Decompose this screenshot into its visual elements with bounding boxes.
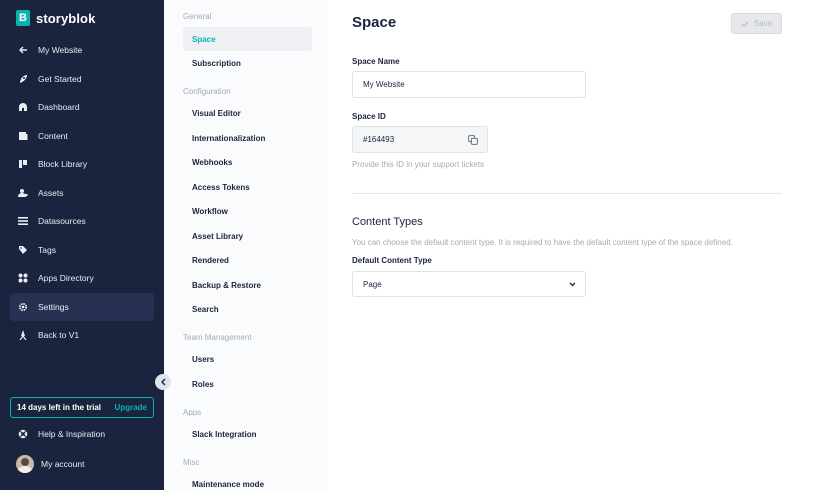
tag-icon <box>18 245 28 255</box>
account-label: My account <box>41 459 85 469</box>
sidebar-item-back-to-v1[interactable]: Back to V1 <box>10 321 154 350</box>
block-library-icon <box>18 159 28 169</box>
content-types-title: Content Types <box>352 216 423 228</box>
sidebar-item-label: Assets <box>38 187 64 198</box>
space-name-input[interactable] <box>352 71 586 98</box>
sidebar-item-label: My Website <box>38 45 83 56</box>
my-account-item[interactable]: My account <box>16 455 84 473</box>
page-title: Space <box>352 14 397 31</box>
upgrade-link[interactable]: Upgrade <box>115 403 147 412</box>
lifebuoy-icon <box>18 429 28 439</box>
storyblok-logo[interactable]: B storyblok <box>16 9 95 27</box>
sidebar-item-label: Settings <box>38 301 69 312</box>
sidebar-item-settings[interactable]: Settings <box>10 292 154 321</box>
subnav-item-access-tokens[interactable]: Access Tokens <box>183 175 312 199</box>
sidebar-item-label: Content <box>38 130 68 141</box>
subnav-item-search[interactable]: Search <box>183 297 312 321</box>
back-v1-icon <box>18 330 28 341</box>
save-label: Save <box>753 19 773 28</box>
sidebar-item-dashboard[interactable]: Dashboard <box>10 93 154 122</box>
default-content-type-select[interactable]: Page <box>352 271 586 297</box>
subnav-section-apps: Apps <box>183 408 202 417</box>
subnav-item-maintenance-mode[interactable]: Maintenance mode <box>183 472 312 490</box>
default-content-type-label: Default Content Type <box>352 256 432 265</box>
main-sidebar: B storyblok My Website Get Started Dashb… <box>0 0 164 490</box>
logo-mark-icon: B <box>16 10 30 26</box>
subnav-item-webhooks[interactable]: Webhooks <box>183 150 312 174</box>
check-icon <box>741 21 749 27</box>
sidebar-item-tags[interactable]: Tags <box>10 236 154 265</box>
arrow-left-icon <box>18 45 28 55</box>
sidebar-item-label: Dashboard <box>38 102 80 113</box>
sidebar-item-label: Apps Directory <box>38 273 94 284</box>
content-types-help: You can choose the default content type.… <box>352 238 733 247</box>
trial-text: 14 days left in the trial <box>17 403 102 412</box>
subnav-item-users[interactable]: Users <box>183 347 312 371</box>
sidebar-item-block-library[interactable]: Block Library <box>10 150 154 179</box>
assets-icon <box>18 188 28 198</box>
space-name-label: Space Name <box>352 57 400 66</box>
collapse-sidebar-button[interactable] <box>155 374 171 390</box>
sidebar-item-label: Get Started <box>38 73 82 84</box>
sidebar-item-content[interactable]: Content <box>10 122 154 151</box>
space-id-label: Space ID <box>352 112 386 121</box>
help-inspiration-item[interactable]: Help & Inspiration <box>18 426 105 442</box>
subnav-item-space[interactable]: Space <box>183 27 312 51</box>
selected-content-type: Page <box>363 279 382 289</box>
sidebar-item-label: Back to V1 <box>38 330 80 341</box>
copy-icon[interactable] <box>468 134 478 145</box>
sidebar-item-assets[interactable]: Assets <box>10 179 154 208</box>
help-label: Help & Inspiration <box>38 429 106 439</box>
avatar <box>16 455 34 473</box>
subnav-item-asset-library[interactable]: Asset Library <box>183 224 312 248</box>
apps-icon <box>18 273 28 283</box>
subnav-item-workflow[interactable]: Workflow <box>183 199 312 223</box>
subnav-item-backup-restore[interactable]: Backup & Restore <box>183 273 312 297</box>
subnav-section-general: General <box>183 12 212 21</box>
dashboard-icon <box>18 102 28 112</box>
subnav-section-team-management: Team Management <box>183 333 252 342</box>
sidebar-item-label: Tags <box>38 244 56 255</box>
sidebar-item-get-started[interactable]: Get Started <box>10 65 154 94</box>
sidebar-item-label: Block Library <box>38 159 88 170</box>
logo-text: storyblok <box>36 10 96 26</box>
content-icon <box>18 131 28 141</box>
save-button[interactable]: Save <box>731 13 782 34</box>
main-content: Space Save Space Name Space ID #164493 P… <box>328 0 840 490</box>
space-id-value: #164493 <box>363 135 395 144</box>
section-divider <box>352 193 782 194</box>
subnav-item-visual-editor[interactable]: Visual Editor <box>183 101 312 125</box>
chevron-left-icon <box>161 378 166 386</box>
sidebar-item-label: Datasources <box>38 216 86 227</box>
sidebar-item-my-website[interactable]: My Website <box>10 36 154 65</box>
subnav-item-subscription[interactable]: Subscription <box>183 51 312 75</box>
subnav-item-rendered[interactable]: Rendered <box>183 248 312 272</box>
sidebar-item-apps-directory[interactable]: Apps Directory <box>10 264 154 293</box>
gear-icon <box>18 302 28 312</box>
trial-banner: 14 days left in the trial Upgrade <box>10 397 154 418</box>
space-id-help: Provide this ID in your support tickets <box>352 160 485 169</box>
subnav-item-slack-integration[interactable]: Slack Integration <box>183 422 312 446</box>
subnav-section-configuration: Configuration <box>183 87 231 96</box>
space-id-field: #164493 <box>352 126 488 153</box>
subnav-item-roles[interactable]: Roles <box>183 372 312 396</box>
rocket-icon <box>18 74 28 84</box>
sidebar-nav: My Website Get Started Dashboard Content… <box>10 36 154 350</box>
settings-subnav: General Space Subscription Configuration… <box>164 0 328 490</box>
subnav-section-misc: Misc <box>183 458 200 467</box>
chevron-down-icon <box>569 282 576 286</box>
datasources-icon <box>18 216 28 226</box>
sidebar-item-datasources[interactable]: Datasources <box>10 207 154 236</box>
subnav-item-internationalization[interactable]: Internationalization <box>183 126 312 150</box>
